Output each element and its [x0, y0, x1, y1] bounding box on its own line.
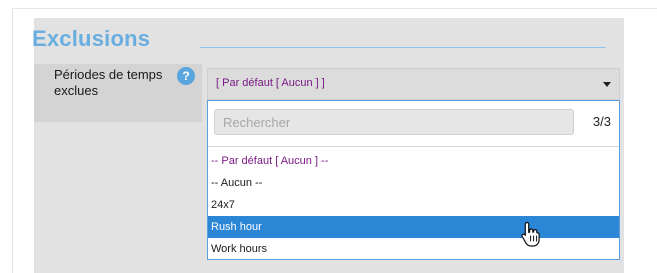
result-count: 3/3	[592, 114, 611, 129]
option-rush-hour[interactable]: Rush hour	[208, 216, 619, 238]
option-default-none[interactable]: -- Par défaut [ Aucun ] --	[208, 150, 619, 172]
option-work-hours[interactable]: Work hours	[208, 238, 619, 260]
option-24x7[interactable]: 24x7	[208, 194, 619, 216]
help-icon[interactable]: ?	[177, 67, 195, 85]
option-none[interactable]: -- Aucun --	[208, 172, 619, 194]
title-underline	[200, 47, 606, 48]
search-box	[214, 109, 574, 135]
hand-pointer-icon	[521, 221, 540, 247]
excluded-periods-select[interactable]: [ Par défaut [ Aucun ] ]	[207, 68, 620, 100]
field-label: Périodes de temps exclues	[54, 67, 163, 98]
options-list: -- Par défaut [ Aucun ] -- -- Aucun -- 2…	[208, 150, 619, 260]
select-value: [ Par défaut [ Aucun ] ]	[216, 77, 325, 89]
select-dropdown: 3/3 -- Par défaut [ Aucun ] -- -- Aucun …	[207, 100, 620, 260]
caret-down-icon	[603, 82, 611, 87]
dropdown-divider	[208, 146, 619, 147]
section-title: Exclusions	[32, 26, 151, 51]
search-input[interactable]	[215, 110, 573, 134]
